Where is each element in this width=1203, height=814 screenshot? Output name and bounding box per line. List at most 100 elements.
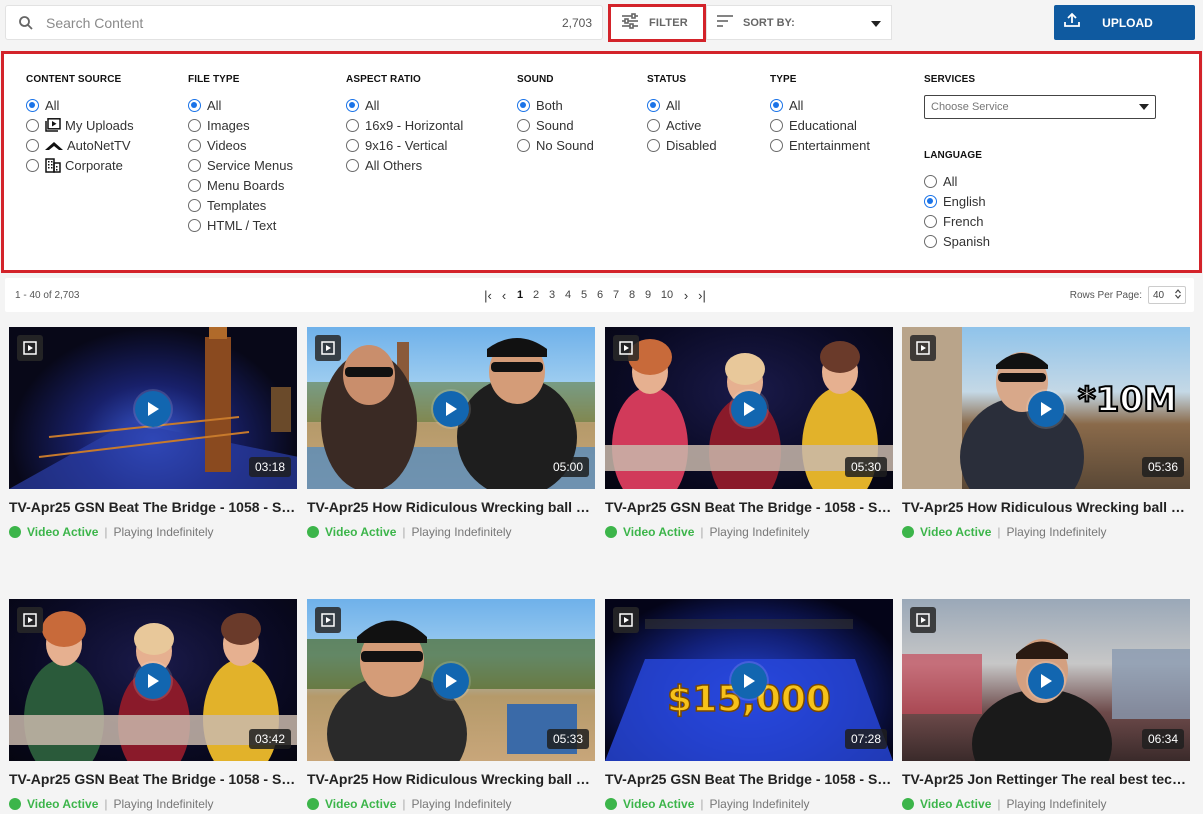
play-icon[interactable] xyxy=(135,391,171,427)
rows-per-page-select[interactable]: 40 xyxy=(1148,286,1186,304)
radio[interactable] xyxy=(647,138,660,152)
file-type-option[interactable]: Images xyxy=(188,115,293,135)
content-card[interactable]: 06:34 TV-Apr25 Jon Rettinger The real be… xyxy=(902,599,1190,811)
filter-button[interactable]: FILTER xyxy=(608,4,706,42)
status-option[interactable]: Active xyxy=(647,115,717,135)
search-input[interactable] xyxy=(46,14,562,31)
play-icon[interactable] xyxy=(731,663,767,699)
content-card[interactable]: 03:18 TV-Apr25 GSN Beat The Bridge - 105… xyxy=(9,327,297,539)
play-icon[interactable] xyxy=(1028,391,1064,427)
aspect-ratio-option[interactable]: All xyxy=(346,95,463,115)
file-type-option[interactable]: HTML / Text xyxy=(188,215,293,235)
language-option[interactable]: Spanish xyxy=(924,231,990,251)
page-link[interactable]: 9 xyxy=(640,289,656,301)
play-icon[interactable] xyxy=(731,391,767,427)
search-bar[interactable]: 2,703 xyxy=(5,5,603,40)
radio[interactable] xyxy=(188,138,201,152)
type-option[interactable]: Entertainment xyxy=(770,135,870,155)
video-thumbnail[interactable]: 06:34 xyxy=(902,599,1190,761)
radio-selected[interactable] xyxy=(924,194,937,208)
sort-dropdown[interactable]: SORT BY: xyxy=(706,5,892,40)
radio-selected[interactable] xyxy=(188,98,201,112)
page-link[interactable]: 7 xyxy=(608,289,624,301)
aspect-ratio-option[interactable]: 16x9 - Horizontal xyxy=(346,115,463,135)
radio[interactable] xyxy=(647,118,660,132)
content-source-option-all[interactable]: All xyxy=(26,95,134,115)
radio-selected[interactable] xyxy=(346,98,359,112)
play-icon[interactable] xyxy=(433,663,469,699)
last-page-icon[interactable]: ›| xyxy=(694,288,710,303)
content-card[interactable]: 05:30 TV-Apr25 GSN Beat The Bridge - 105… xyxy=(605,327,893,539)
content-card[interactable]: 05:33 TV-Apr25 How Ridiculous Wrecking b… xyxy=(307,599,595,811)
page-link[interactable]: 3 xyxy=(544,289,560,301)
radio[interactable] xyxy=(188,218,201,232)
prev-page-icon[interactable]: ‹ xyxy=(496,288,512,303)
card-title[interactable]: TV-Apr25 GSN Beat The Bridge - 1058 - Se… xyxy=(605,771,893,787)
file-type-option[interactable]: Templates xyxy=(188,195,293,215)
type-option[interactable]: All xyxy=(770,95,870,115)
card-title[interactable]: TV-Apr25 GSN Beat The Bridge - 1058 - Se… xyxy=(9,771,297,787)
upload-button[interactable]: UPLOAD xyxy=(1054,5,1195,40)
sound-option[interactable]: Sound xyxy=(517,115,594,135)
radio-selected[interactable] xyxy=(647,98,660,112)
page-link[interactable]: 8 xyxy=(624,289,640,301)
radio[interactable] xyxy=(517,118,530,132)
card-title[interactable]: TV-Apr25 How Ridiculous Wrecking ball vs… xyxy=(307,499,595,515)
aspect-ratio-option[interactable]: 9x16 - Vertical xyxy=(346,135,463,155)
radio[interactable] xyxy=(517,138,530,152)
radio[interactable] xyxy=(770,138,783,152)
video-thumbnail[interactable]: 05:33 xyxy=(307,599,595,761)
status-option[interactable]: All xyxy=(647,95,717,115)
radio[interactable] xyxy=(346,138,359,152)
radio-selected[interactable] xyxy=(517,98,530,112)
play-icon[interactable] xyxy=(135,663,171,699)
card-title[interactable]: TV-Apr25 How Ridiculous Wrecking ball vs… xyxy=(902,499,1190,515)
language-option[interactable]: All xyxy=(924,171,990,191)
radio[interactable] xyxy=(770,118,783,132)
video-thumbnail[interactable]: 05:00 xyxy=(307,327,595,489)
radio[interactable] xyxy=(346,158,359,172)
radio-selected[interactable] xyxy=(770,98,783,112)
page-link[interactable]: 5 xyxy=(576,289,592,301)
services-select[interactable]: Choose Service xyxy=(924,95,1156,119)
first-page-icon[interactable]: |‹ xyxy=(480,288,496,303)
card-title[interactable]: TV-Apr25 Jon Rettinger The real best tec… xyxy=(902,771,1190,787)
content-card[interactable]: *10M 05:36 TV-Apr25 How Ridiculous Wreck… xyxy=(902,327,1190,539)
play-icon[interactable] xyxy=(1028,663,1064,699)
page-link[interactable]: 6 xyxy=(592,289,608,301)
language-option[interactable]: English xyxy=(924,191,990,211)
card-title[interactable]: TV-Apr25 GSN Beat The Bridge - 1058 - Se… xyxy=(605,499,893,515)
video-thumbnail[interactable]: 03:42 xyxy=(9,599,297,761)
content-card[interactable]: $15,000 07:28 TV-Apr25 GSN Beat The Brid… xyxy=(605,599,893,811)
file-type-option[interactable]: Videos xyxy=(188,135,293,155)
aspect-ratio-option[interactable]: All Others xyxy=(346,155,463,175)
play-icon[interactable] xyxy=(433,391,469,427)
file-type-option[interactable]: Menu Boards xyxy=(188,175,293,195)
radio[interactable] xyxy=(924,234,937,248)
sound-option[interactable]: Both xyxy=(517,95,594,115)
radio[interactable] xyxy=(924,174,937,188)
status-option[interactable]: Disabled xyxy=(647,135,717,155)
radio[interactable] xyxy=(26,118,39,132)
content-source-option-corporate[interactable]: Corporate xyxy=(26,155,134,175)
file-type-option[interactable]: Service Menus xyxy=(188,155,293,175)
card-title[interactable]: TV-Apr25 GSN Beat The Bridge - 1058 - Se… xyxy=(9,499,297,515)
radio[interactable] xyxy=(188,158,201,172)
video-thumbnail[interactable]: *10M 05:36 xyxy=(902,327,1190,489)
video-thumbnail[interactable]: 03:18 xyxy=(9,327,297,489)
video-thumbnail[interactable]: 05:30 xyxy=(605,327,893,489)
sound-option[interactable]: No Sound xyxy=(517,135,594,155)
file-type-option[interactable]: All xyxy=(188,95,293,115)
radio[interactable] xyxy=(188,198,201,212)
content-source-option-my-uploads[interactable]: My Uploads xyxy=(26,115,134,135)
content-card[interactable]: 03:42 TV-Apr25 GSN Beat The Bridge - 105… xyxy=(9,599,297,811)
type-option[interactable]: Educational xyxy=(770,115,870,135)
radio[interactable] xyxy=(924,214,937,228)
page-link[interactable]: 10 xyxy=(656,289,678,301)
content-source-option-autonettv[interactable]: AutoNetTV xyxy=(26,135,134,155)
page-link[interactable]: 1 xyxy=(512,289,528,301)
content-card[interactable]: 05:00 TV-Apr25 How Ridiculous Wrecking b… xyxy=(307,327,595,539)
next-page-icon[interactable]: › xyxy=(678,288,694,303)
video-thumbnail[interactable]: $15,000 07:28 xyxy=(605,599,893,761)
page-link[interactable]: 2 xyxy=(528,289,544,301)
